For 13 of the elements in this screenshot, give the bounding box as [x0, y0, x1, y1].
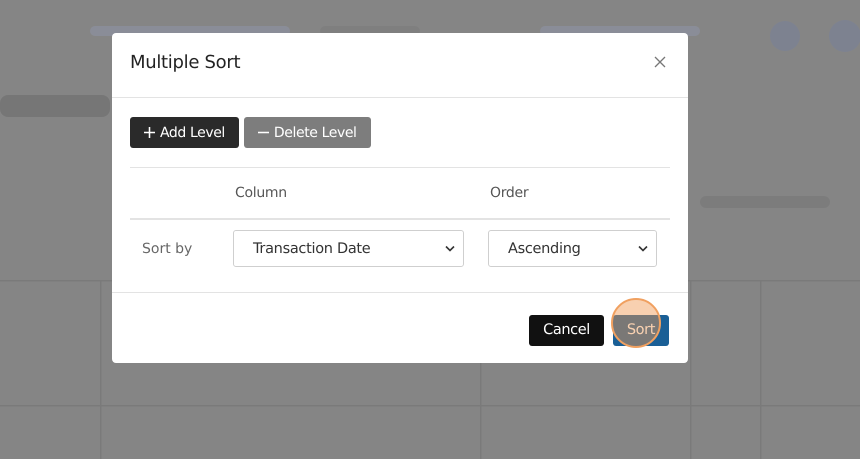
add-level-button[interactable]: Add Level — [130, 117, 239, 148]
column-header: Order — [489, 185, 530, 201]
chevron-down-icon — [445, 245, 455, 252]
close-icon[interactable] — [654, 56, 666, 68]
column-select[interactable]: Transaction Date — [233, 230, 464, 267]
order-select[interactable]: Ascending — [488, 230, 657, 267]
chevron-down-icon — [638, 245, 648, 252]
dialog-title: Multiple Sort — [130, 52, 240, 72]
plus-icon — [144, 127, 155, 138]
delete-level-button[interactable]: Delete Level — [244, 117, 371, 148]
row-label: Sort by — [141, 240, 194, 256]
column-header: Column — [234, 185, 288, 201]
cancel-button[interactable]: Cancel — [529, 314, 604, 346]
